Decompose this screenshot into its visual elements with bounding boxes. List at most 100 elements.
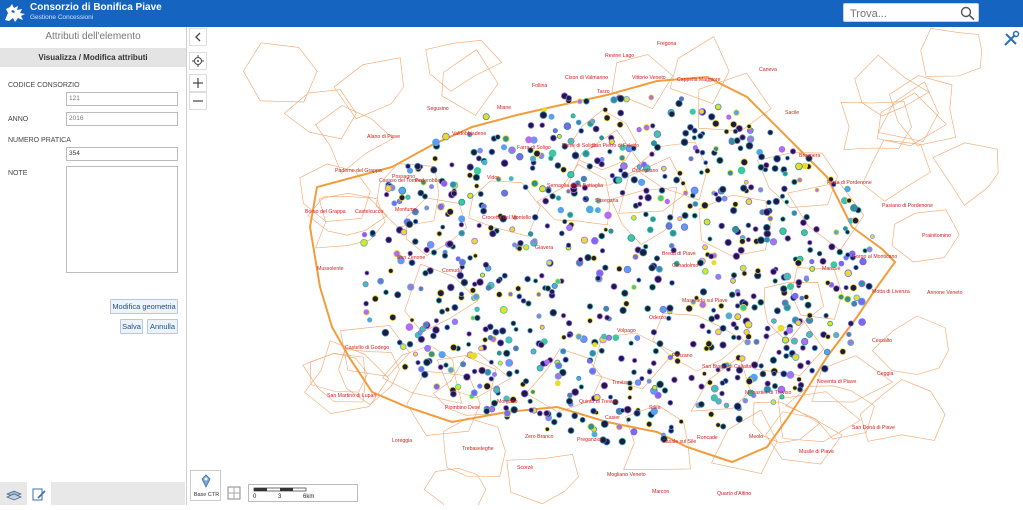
- save-button[interactable]: Salva: [120, 319, 143, 334]
- concession-point[interactable]: [525, 300, 532, 307]
- concession-point[interactable]: [648, 264, 656, 272]
- concession-point[interactable]: [668, 424, 674, 430]
- concession-point[interactable]: [847, 320, 854, 327]
- concession-point[interactable]: [575, 333, 583, 341]
- concession-point[interactable]: [587, 317, 593, 324]
- concession-point[interactable]: [713, 313, 721, 320]
- concession-point[interactable]: [739, 238, 746, 245]
- concession-point[interactable]: [422, 358, 431, 367]
- concession-point[interactable]: [439, 308, 446, 315]
- concession-point[interactable]: [438, 351, 446, 359]
- concession-point[interactable]: [399, 343, 407, 351]
- concession-point[interactable]: [487, 224, 495, 232]
- concession-point[interactable]: [412, 218, 419, 225]
- map-tool-button[interactable]: [226, 485, 242, 501]
- concession-point[interactable]: [515, 285, 522, 292]
- concession-point[interactable]: [809, 259, 815, 265]
- concession-point[interactable]: [816, 250, 823, 257]
- concession-point[interactable]: [689, 108, 696, 115]
- concession-point[interactable]: [563, 122, 572, 130]
- concession-point[interactable]: [536, 291, 542, 297]
- concession-point[interactable]: [482, 326, 489, 333]
- concession-point[interactable]: [449, 181, 457, 188]
- concession-point[interactable]: [803, 275, 810, 281]
- concession-point[interactable]: [492, 328, 500, 336]
- concession-point[interactable]: [646, 368, 653, 375]
- concession-point[interactable]: [449, 390, 457, 398]
- concession-point[interactable]: [576, 98, 583, 105]
- concession-point[interactable]: [757, 163, 765, 171]
- concession-point[interactable]: [713, 191, 719, 197]
- concession-point[interactable]: [650, 329, 657, 336]
- concession-point[interactable]: [783, 344, 790, 352]
- concession-point[interactable]: [598, 161, 605, 168]
- concession-point[interactable]: [731, 334, 737, 341]
- concession-point[interactable]: [619, 306, 627, 314]
- concession-point[interactable]: [833, 229, 840, 236]
- map-canvas[interactable]: Fregona Revine Lago Cison di Valmarino Vitt…: [187, 27, 1023, 505]
- concession-point[interactable]: [699, 170, 704, 175]
- concession-point[interactable]: [516, 245, 523, 252]
- concession-point[interactable]: [770, 399, 777, 405]
- concession-point[interactable]: [615, 423, 623, 431]
- concession-point[interactable]: [718, 302, 725, 309]
- concession-point[interactable]: [799, 295, 805, 301]
- concession-point[interactable]: [807, 246, 814, 253]
- concession-point[interactable]: [478, 345, 484, 352]
- concession-point[interactable]: [432, 155, 439, 162]
- concession-point[interactable]: [819, 257, 827, 265]
- concession-point[interactable]: [652, 347, 659, 355]
- concession-point[interactable]: [435, 297, 443, 304]
- concession-point[interactable]: [450, 190, 458, 197]
- concession-point[interactable]: [866, 246, 873, 253]
- concession-point[interactable]: [604, 211, 612, 219]
- concession-point[interactable]: [508, 176, 514, 182]
- concession-point[interactable]: [763, 208, 771, 216]
- concession-point[interactable]: [458, 215, 466, 223]
- concession-point[interactable]: [522, 378, 529, 385]
- concession-point[interactable]: [482, 113, 490, 121]
- concession-point[interactable]: [610, 96, 618, 104]
- concession-point[interactable]: [708, 113, 716, 121]
- concession-point[interactable]: [470, 389, 478, 397]
- concession-point[interactable]: [531, 214, 539, 221]
- concession-point[interactable]: [384, 184, 392, 192]
- concession-point[interactable]: [528, 407, 534, 413]
- concession-point[interactable]: [784, 235, 791, 242]
- concession-point[interactable]: [685, 304, 694, 313]
- concession-point[interactable]: [621, 171, 629, 179]
- concession-point[interactable]: [780, 285, 788, 293]
- concession-point[interactable]: [401, 363, 409, 371]
- concession-point[interactable]: [724, 238, 732, 247]
- concession-point[interactable]: [739, 134, 746, 141]
- concession-point[interactable]: [441, 252, 448, 259]
- concession-point[interactable]: [398, 194, 406, 202]
- numero-field[interactable]: 354: [66, 147, 178, 161]
- concession-point[interactable]: [764, 380, 771, 387]
- concession-point[interactable]: [587, 423, 595, 431]
- concession-point[interactable]: [409, 317, 415, 323]
- concession-point[interactable]: [701, 268, 709, 275]
- concession-point[interactable]: [460, 361, 467, 368]
- concession-point[interactable]: [801, 229, 808, 237]
- concession-point[interactable]: [697, 132, 704, 140]
- concession-point[interactable]: [442, 132, 450, 141]
- concession-point[interactable]: [781, 299, 789, 307]
- concession-point[interactable]: [650, 123, 656, 129]
- concession-point[interactable]: [612, 334, 620, 342]
- concession-point[interactable]: [539, 324, 545, 330]
- concession-point[interactable]: [658, 187, 666, 194]
- concession-point[interactable]: [487, 335, 494, 341]
- concession-point[interactable]: [494, 134, 501, 140]
- concession-point[interactable]: [846, 197, 852, 204]
- concession-point[interactable]: [364, 270, 370, 276]
- concession-point[interactable]: [737, 246, 745, 254]
- concession-point[interactable]: [444, 306, 451, 313]
- concession-point[interactable]: [767, 215, 774, 222]
- concession-point[interactable]: [501, 189, 509, 197]
- concession-point[interactable]: [795, 278, 803, 286]
- concession-point[interactable]: [686, 203, 694, 210]
- concession-point[interactable]: [443, 362, 449, 368]
- concession-point[interactable]: [562, 219, 568, 225]
- concession-point[interactable]: [503, 405, 510, 411]
